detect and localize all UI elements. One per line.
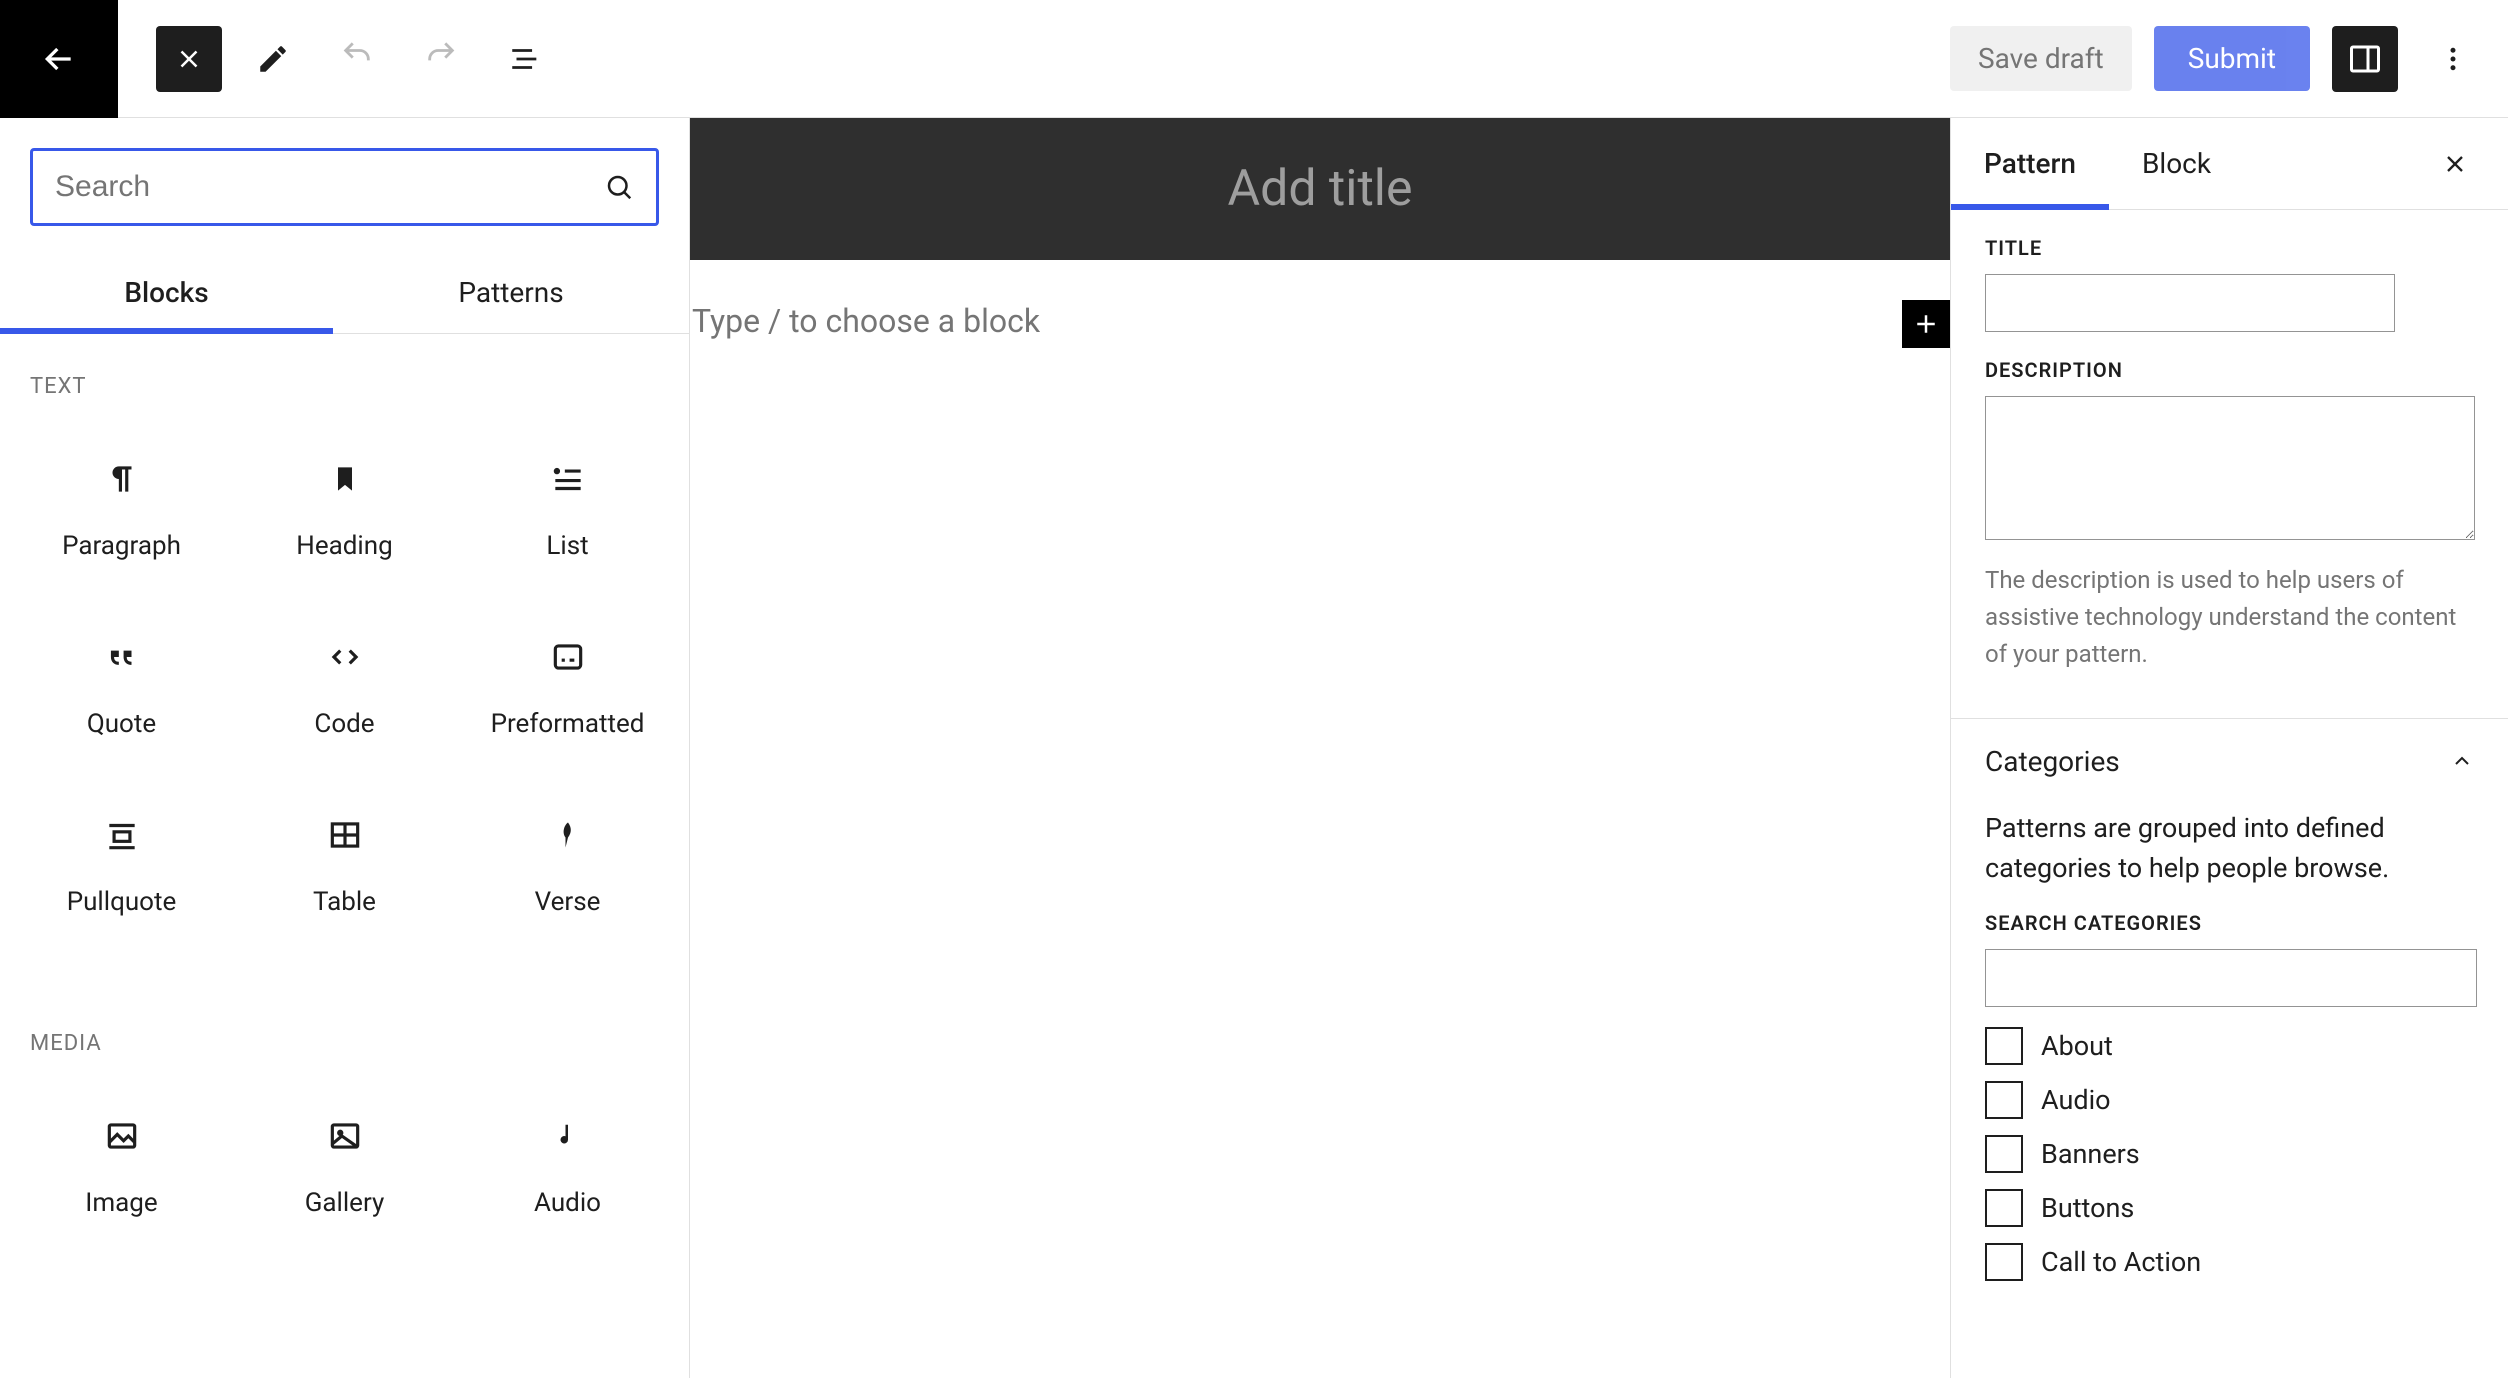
block-label: Table	[313, 887, 376, 917]
search-categories-label: SEARCH CATEGORIES	[1985, 911, 2474, 935]
settings-sidebar-toggle[interactable]	[2332, 26, 2398, 92]
search-categories-input[interactable]	[1985, 949, 2477, 1007]
block-image[interactable]: Image	[10, 1074, 233, 1252]
image-icon	[103, 1117, 141, 1155]
back-button[interactable]	[0, 0, 118, 118]
submit-button[interactable]: Submit	[2154, 26, 2310, 91]
pattern-title-input[interactable]	[1985, 274, 2395, 332]
close-icon	[2441, 150, 2469, 178]
bookmark-icon	[331, 465, 359, 493]
title-field-label: TITLE	[1985, 236, 2474, 260]
document-overview-button[interactable]	[492, 26, 558, 92]
pattern-description-input[interactable]	[1985, 396, 2475, 540]
more-vertical-icon	[2438, 44, 2468, 74]
block-heading[interactable]: Heading	[233, 417, 456, 595]
block-label: Paragraph	[62, 531, 181, 561]
categories-header-label: Categories	[1985, 745, 2120, 778]
category-label-media: MEDIA	[0, 1011, 689, 1074]
block-label: Gallery	[305, 1188, 385, 1218]
audio-icon	[553, 1117, 583, 1155]
preformatted-icon	[549, 638, 587, 676]
category-checkbox-about[interactable]: About	[1985, 1027, 2474, 1065]
category-checkbox-banners[interactable]: Banners	[1985, 1135, 2474, 1173]
search-blocks-container	[30, 148, 659, 226]
block-label: List	[546, 531, 588, 561]
block-gallery[interactable]: Gallery	[233, 1074, 456, 1252]
block-label: Quote	[87, 709, 156, 739]
block-label: Verse	[535, 887, 601, 917]
categories-description: Patterns are grouped into defined catego…	[1985, 808, 2474, 889]
default-block-prompt[interactable]: Type / to choose a block	[690, 302, 1950, 340]
undo-button[interactable]	[324, 26, 390, 92]
category-label: Buttons	[2041, 1192, 2134, 1224]
quote-icon	[103, 638, 141, 676]
save-draft-button[interactable]: Save draft	[1950, 26, 2132, 91]
category-label: Banners	[2041, 1138, 2140, 1170]
block-label: Audio	[534, 1188, 601, 1218]
block-label: Preformatted	[491, 709, 645, 739]
tab-patterns[interactable]: Patterns	[333, 256, 689, 333]
category-label-text: TEXT	[0, 354, 689, 417]
block-label: Image	[85, 1188, 157, 1218]
pullquote-icon	[103, 816, 141, 854]
block-paragraph[interactable]: Paragraph	[10, 417, 233, 595]
tools-button[interactable]	[240, 26, 306, 92]
editor-header: Save draft Submit	[0, 0, 2508, 118]
block-code[interactable]: Code	[233, 595, 456, 773]
plus-icon	[1911, 309, 1941, 339]
block-audio[interactable]: Audio	[456, 1074, 679, 1252]
close-sidebar-button[interactable]	[2430, 139, 2480, 189]
post-title-input[interactable]: Add title	[690, 118, 1950, 260]
block-pullquote[interactable]: Pullquote	[10, 773, 233, 951]
list-icon	[549, 460, 587, 498]
sidebar-icon	[2347, 41, 2383, 77]
verse-icon	[553, 816, 583, 854]
block-list[interactable]: List	[456, 417, 679, 595]
undo-icon	[340, 42, 374, 76]
category-checkbox-call-to-action[interactable]: Call to Action	[1985, 1243, 2474, 1281]
description-help-text: The description is used to help users of…	[1985, 562, 2474, 674]
category-checkbox-buttons[interactable]: Buttons	[1985, 1189, 2474, 1227]
block-quote[interactable]: Quote	[10, 595, 233, 773]
chevron-up-icon	[2450, 749, 2474, 773]
gallery-icon	[326, 1117, 364, 1155]
tab-blocks[interactable]: Blocks	[0, 256, 333, 333]
table-icon	[326, 816, 364, 854]
category-label: About	[2041, 1030, 2113, 1062]
redo-button[interactable]	[408, 26, 474, 92]
add-block-button[interactable]	[1902, 300, 1950, 348]
more-menu-button[interactable]	[2420, 26, 2486, 92]
block-inserter-panel: Blocks Patterns TEXT Paragraph Heading	[0, 118, 690, 1378]
category-label: Call to Action	[2041, 1246, 2201, 1278]
category-label: Audio	[2041, 1084, 2111, 1116]
tab-block[interactable]: Block	[2109, 118, 2244, 209]
categories-section-toggle[interactable]: Categories	[1951, 719, 2508, 804]
arrow-left-icon	[39, 39, 79, 79]
redo-icon	[424, 42, 458, 76]
search-input[interactable]	[55, 170, 604, 204]
code-icon	[326, 638, 364, 676]
block-verse[interactable]: Verse	[456, 773, 679, 951]
block-label: Heading	[296, 531, 392, 561]
close-inserter-button[interactable]	[156, 26, 222, 92]
close-icon	[174, 44, 204, 74]
block-preformatted[interactable]: Preformatted	[456, 595, 679, 773]
description-field-label: DESCRIPTION	[1985, 358, 2474, 382]
category-checkbox-audio[interactable]: Audio	[1985, 1081, 2474, 1119]
editor-canvas: Add title Type / to choose a block	[690, 118, 1950, 1378]
edit-icon	[256, 42, 290, 76]
block-table[interactable]: Table	[233, 773, 456, 951]
block-label: Code	[314, 709, 374, 739]
list-view-icon	[508, 42, 542, 76]
settings-sidebar: Pattern Block TITLE DESCRIPTION The desc…	[1950, 118, 2508, 1378]
search-icon	[604, 172, 634, 202]
block-label: Pullquote	[67, 887, 177, 917]
tab-pattern[interactable]: Pattern	[1951, 118, 2109, 209]
paragraph-icon	[103, 460, 141, 498]
